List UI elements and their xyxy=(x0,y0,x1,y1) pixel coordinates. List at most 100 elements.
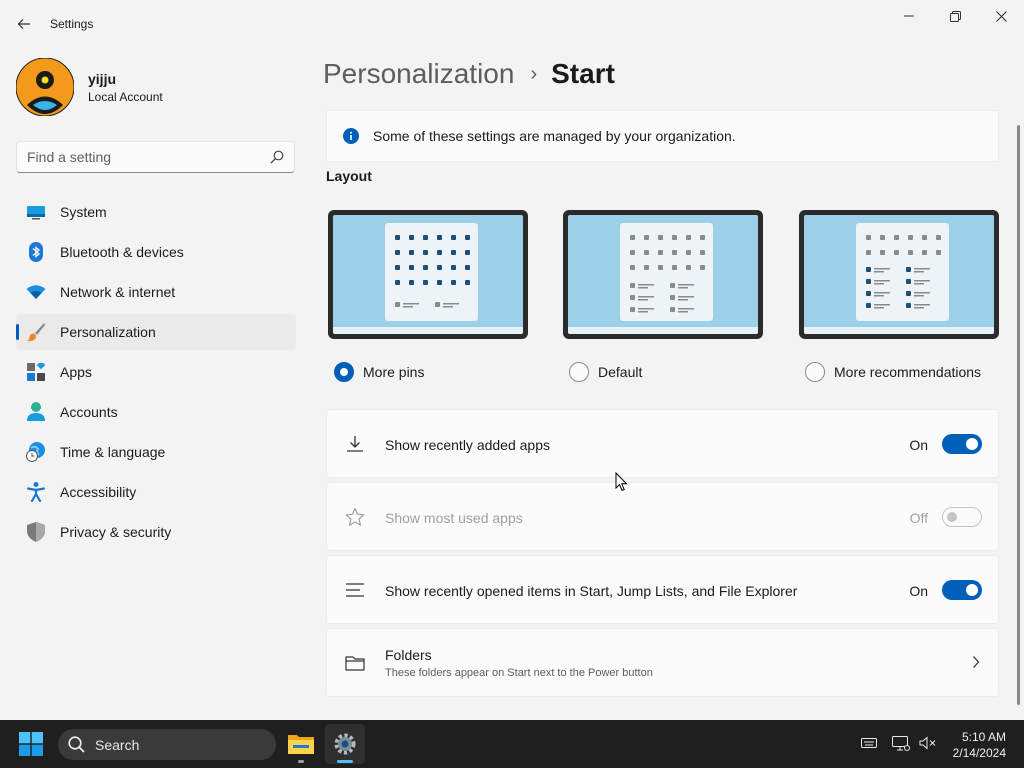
setting-recently-added-apps: Show recently added apps On xyxy=(326,409,999,478)
network-icon[interactable] xyxy=(892,736,910,752)
scrollbar[interactable] xyxy=(1017,125,1020,705)
avatar xyxy=(16,58,74,116)
back-button[interactable] xyxy=(10,12,38,36)
sidebar-item-label: System xyxy=(60,204,107,220)
windows-start-icon[interactable] xyxy=(19,732,43,756)
title-bar: Settings xyxy=(0,0,1024,48)
breadcrumb-separator: › xyxy=(530,62,538,85)
breadcrumb: Personalization › Start xyxy=(323,58,615,90)
running-indicator xyxy=(337,760,353,763)
monitor-icon xyxy=(26,202,46,222)
search-input[interactable] xyxy=(27,149,257,165)
search-box[interactable] xyxy=(16,141,295,173)
close-icon xyxy=(995,10,1007,22)
toggle-state-text: Off xyxy=(909,510,928,526)
accessibility-icon xyxy=(26,482,46,502)
sidebar-item-time-language[interactable]: Time & language xyxy=(16,434,296,470)
info-text: Some of these settings are managed by yo… xyxy=(373,128,736,144)
sidebar-item-label: Network & internet xyxy=(60,284,176,300)
sidebar-item-bluetooth[interactable]: Bluetooth & devices xyxy=(16,234,296,270)
bluetooth-icon xyxy=(26,242,46,262)
wifi-icon xyxy=(26,282,46,302)
setting-label: Show recently added apps xyxy=(385,437,550,453)
sidebar-item-accessibility[interactable]: Accessibility xyxy=(16,474,296,510)
minimize-icon xyxy=(904,15,914,17)
mouse-cursor-icon xyxy=(615,472,628,492)
sidebar-item-label: Time & language xyxy=(60,444,166,460)
toggle-switch[interactable] xyxy=(942,580,982,600)
keyboard-icon[interactable] xyxy=(861,736,877,750)
system-clock[interactable]: 5:10 AM 2/14/2024 xyxy=(953,729,1006,761)
person-icon xyxy=(26,402,46,422)
breadcrumb-parent[interactable]: Personalization xyxy=(323,58,514,90)
sidebar-item-label: Bluetooth & devices xyxy=(60,244,184,260)
sidebar-item-accounts[interactable]: Accounts xyxy=(16,394,296,430)
toggle-state-text: On xyxy=(909,583,928,599)
sidebar-nav: System Bluetooth & devices Network & int… xyxy=(16,194,296,554)
list-icon xyxy=(346,583,364,597)
sidebar-item-label: Accounts xyxy=(60,404,118,420)
back-arrow-icon xyxy=(17,19,30,29)
minimize-button[interactable] xyxy=(886,0,932,32)
setting-folders[interactable]: Folders These folders appear on Start ne… xyxy=(326,628,999,697)
layout-option-default[interactable]: Default xyxy=(563,210,763,382)
sidebar-item-apps[interactable]: Apps xyxy=(16,354,296,390)
paintbrush-icon xyxy=(26,322,46,342)
radio-button[interactable] xyxy=(805,362,825,382)
page-title: Start xyxy=(551,58,615,89)
profile[interactable]: yijju Local Account xyxy=(16,58,163,116)
sidebar-item-network[interactable]: Network & internet xyxy=(16,274,296,310)
account-type: Local Account xyxy=(88,89,163,104)
layout-preview xyxy=(563,210,763,339)
restore-icon xyxy=(949,10,961,22)
clock-time: 5:10 AM xyxy=(961,730,1006,744)
setting-description: These folders appear on Start next to th… xyxy=(385,667,653,679)
taskbar-settings[interactable] xyxy=(325,724,365,764)
sidebar-item-personalization[interactable]: Personalization xyxy=(16,314,296,350)
taskbar-file-explorer[interactable] xyxy=(281,724,321,764)
app-title: Settings xyxy=(50,17,94,31)
chevron-right-icon xyxy=(973,656,980,668)
taskbar-search-label: Search xyxy=(95,736,140,753)
layout-section-title: Layout xyxy=(326,168,372,184)
search-icon xyxy=(270,150,284,164)
gear-icon xyxy=(334,733,356,755)
radio-label: More pins xyxy=(363,364,425,380)
radio-label: More recommendations xyxy=(834,364,982,380)
clock-date: 2/14/2024 xyxy=(952,746,1006,760)
taskbar-search[interactable]: Search xyxy=(58,729,276,760)
close-button[interactable] xyxy=(978,0,1024,32)
radio-button[interactable] xyxy=(334,362,354,382)
layout-preview xyxy=(328,210,528,339)
taskbar: Search 5:10 AM 2/14/2024 xyxy=(0,720,1024,768)
setting-label: Show recently opened items in Start, Jum… xyxy=(385,583,798,599)
info-bar: Some of these settings are managed by yo… xyxy=(326,110,999,162)
layout-option-more-recommendations[interactable]: More recommendations xyxy=(799,210,999,382)
sidebar-item-label: Accessibility xyxy=(60,484,137,500)
user-name: yijju xyxy=(88,70,117,87)
restore-button[interactable] xyxy=(932,0,978,32)
folder-icon xyxy=(345,656,365,671)
setting-most-used-apps: Show most used apps Off xyxy=(326,482,999,551)
sidebar-item-label: Privacy & security xyxy=(60,524,172,540)
sidebar-item-system[interactable]: System xyxy=(16,194,296,230)
setting-label: Folders xyxy=(385,647,432,663)
radio-label: Default xyxy=(598,364,643,380)
apps-icon xyxy=(26,362,46,382)
sidebar-item-label: Apps xyxy=(60,364,92,380)
shield-icon xyxy=(26,522,46,542)
sidebar-item-label: Personalization xyxy=(60,324,156,340)
setting-recently-opened-items: Show recently opened items in Start, Jum… xyxy=(326,555,999,624)
toggle-switch[interactable] xyxy=(942,507,982,527)
star-icon xyxy=(345,507,365,526)
setting-label: Show most used apps xyxy=(385,510,523,526)
layout-option-more-pins[interactable]: More pins xyxy=(328,210,528,382)
file-explorer-icon xyxy=(288,735,314,754)
globe-clock-icon xyxy=(26,442,46,462)
running-indicator xyxy=(298,760,304,763)
layout-preview xyxy=(799,210,999,339)
radio-button[interactable] xyxy=(569,362,589,382)
sidebar-item-privacy[interactable]: Privacy & security xyxy=(16,514,296,550)
toggle-switch[interactable] xyxy=(942,434,982,454)
volume-muted-icon[interactable] xyxy=(919,736,937,750)
